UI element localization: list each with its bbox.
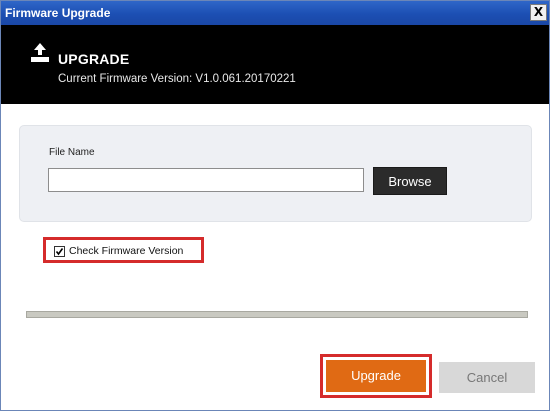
progress-bar	[26, 311, 528, 318]
checkmark-icon	[55, 248, 64, 256]
page-title: UPGRADE	[58, 51, 130, 67]
check-firmware-highlight: Check Firmware Version	[43, 237, 204, 263]
check-firmware-label[interactable]: Check Firmware Version	[69, 245, 183, 257]
file-name-input[interactable]	[48, 168, 364, 192]
title-bar[interactable]: Firmware Upgrade X	[1, 1, 549, 25]
firmware-version-text: Current Firmware Version: V1.0.061.20170…	[58, 73, 296, 85]
window-title: Firmware Upgrade	[5, 6, 111, 20]
file-panel: File Name Browse	[19, 125, 532, 222]
upload-icon	[31, 43, 49, 62]
upgrade-button[interactable]: Upgrade	[326, 360, 426, 392]
close-button[interactable]: X	[530, 4, 547, 21]
browse-button[interactable]: Browse	[373, 167, 447, 195]
check-firmware-checkbox[interactable]	[54, 246, 65, 257]
header-banner: UPGRADE Current Firmware Version: V1.0.0…	[1, 25, 549, 104]
cancel-button[interactable]: Cancel	[439, 362, 535, 393]
file-name-label: File Name	[49, 147, 95, 158]
firmware-upgrade-dialog: Firmware Upgrade X UPGRADE Current Firmw…	[0, 0, 550, 411]
